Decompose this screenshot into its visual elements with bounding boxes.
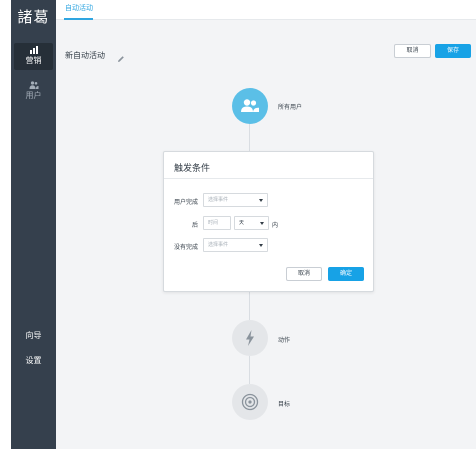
user-done-label: 用户完成 [174,200,199,206]
chart-icon [29,46,38,54]
dialog-confirm-button[interactable]: 确定 [328,267,364,281]
app-logo[interactable]: 諸葛 [11,6,56,27]
event-select-placeholder: 选择事件 [208,242,229,248]
sidebar-item-settings[interactable]: 设置 [11,355,56,366]
users-icon [29,81,38,89]
sidebar-item-guide[interactable]: 向导 [11,330,56,341]
chevron-down-icon [259,199,263,202]
not-done-label: 没有完成 [174,245,199,251]
flow-connector [249,356,250,384]
after-label: 后 [192,223,199,229]
flow-node-label: 目标 [278,402,291,408]
flow-node-goal[interactable] [232,384,268,420]
within-label: 内 [272,223,279,229]
flow-node-all-users[interactable] [232,88,268,124]
sidebar-item-marketing[interactable]: 营销 [14,43,53,70]
tab-bar: 自动活动 [56,0,476,20]
flow-connector [249,124,250,151]
sidebar-item-label: 营销 [25,56,42,65]
event-select-placeholder: 选择事件 [208,197,229,203]
flow-node-action[interactable] [232,320,268,356]
divider [164,178,373,179]
main-content: 新自动活动 取消 保存 所有用户 动作 目标 触发条件 用户完成 选择事件 后 … [56,20,476,449]
dialog-cancel-button[interactable]: 取消 [286,267,322,281]
cancel-button[interactable]: 取消 [394,44,431,58]
event-select[interactable]: 选择事件 [203,238,268,252]
time-unit-value: 天 [239,220,245,226]
chevron-down-icon [259,244,263,247]
app-window: 諸葛 营销 用户 向导 设置 自动活动 新自动活动 取消 保存 所有用户 动作 … [0,0,476,449]
time-input[interactable] [203,216,231,230]
flow-connector [249,292,250,320]
event-select[interactable]: 选择事件 [203,193,268,207]
users-icon [241,99,259,112]
lightning-icon [246,330,254,346]
flow-node-label: 所有用户 [278,105,303,111]
sidebar: 諸葛 营销 用户 向导 设置 [11,0,56,449]
time-unit-select[interactable]: 天 [234,216,269,230]
pencil-icon[interactable] [117,50,125,68]
target-icon [241,393,259,411]
trigger-condition-dialog: 触发条件 用户完成 选择事件 后 天 内 没有完成 选择事件 取消 确定 [163,151,374,292]
page-title: 新自动活动 [65,51,105,60]
sidebar-item-label: 用户 [25,91,42,100]
chevron-down-icon [260,222,264,225]
save-button[interactable]: 保存 [435,44,471,58]
sidebar-item-users[interactable]: 用户 [14,81,53,105]
flow-node-label: 动作 [278,338,291,344]
dialog-title: 触发条件 [174,163,211,173]
tab-auto-campaign[interactable]: 自动活动 [65,3,93,13]
